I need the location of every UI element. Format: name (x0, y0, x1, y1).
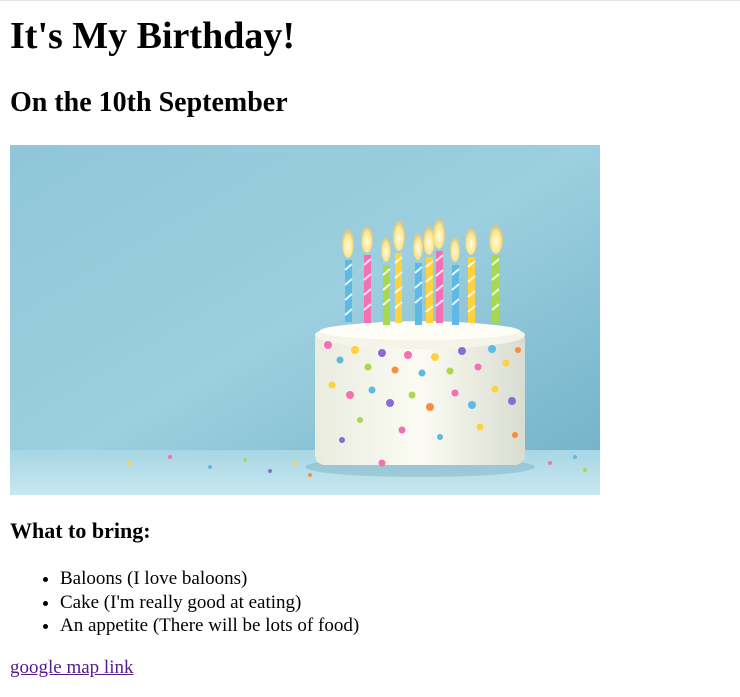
date-subheading: On the 10th September (10, 87, 288, 118)
list-item: An appetite (There will be lots of food) (60, 614, 359, 638)
top-border (0, 0, 740, 1)
birthday-cake-image (10, 145, 600, 495)
google-map-link[interactable]: google map link (10, 656, 133, 680)
what-to-bring-heading: What to bring: (10, 518, 151, 543)
list-item: Baloons (I love baloons) (60, 567, 359, 591)
page-title: It's My Birthday! (10, 15, 295, 57)
list-item: Cake (I'm really good at eating) (60, 591, 359, 615)
bring-list: Baloons (I love baloons) Cake (I'm reall… (10, 567, 359, 638)
